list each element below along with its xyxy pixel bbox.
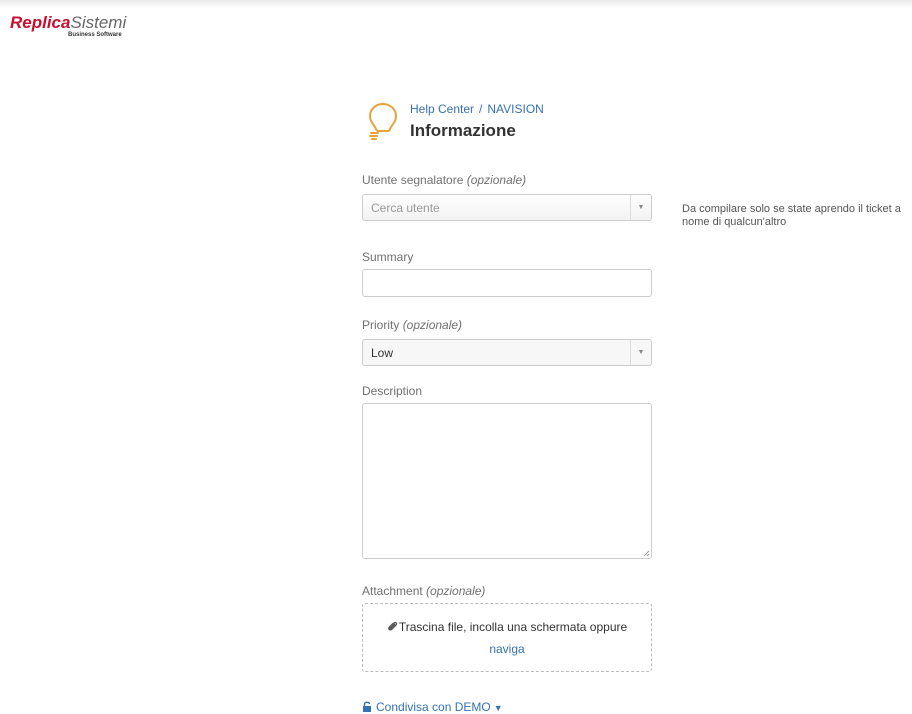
- lightbulb-icon: [368, 103, 398, 140]
- summary-input[interactable]: [362, 269, 652, 297]
- summary-label-text: Summary: [362, 250, 414, 264]
- lock-icon: [363, 701, 371, 712]
- logo-wordmark: ReplicaSistemi: [10, 14, 150, 32]
- chevron-down-icon[interactable]: ▼: [494, 703, 503, 713]
- priority-optional-tag: (opzionale): [402, 318, 463, 332]
- summary-label: Summary: [362, 250, 413, 264]
- priority-selected-value: Low: [371, 346, 394, 360]
- share-label: Condivisa con DEMO: [376, 700, 491, 714]
- portal-header: Help Center / NAVISION Informazione: [362, 100, 662, 148]
- paperclip-icon: [387, 621, 397, 631]
- dropzone-browse-row: naviga: [363, 642, 651, 656]
- logo-brand-bold: Replica: [10, 13, 71, 32]
- logo-brand-light: Sistemi: [70, 13, 127, 32]
- chevron-down-icon[interactable]: ▼: [630, 195, 651, 220]
- reporter-label: Utente segnalatore (opzionale): [362, 173, 526, 187]
- page-title: Informazione: [410, 121, 516, 140]
- window-top-edge: [0, 0, 912, 8]
- reporter-label-text: Utente segnalatore: [362, 173, 464, 187]
- reporter-optional-tag: (opzionale): [466, 173, 527, 187]
- description-label: Description: [362, 384, 422, 398]
- reporter-placeholder: Cerca utente: [371, 201, 440, 215]
- logo-tagline: Business Software: [68, 32, 122, 38]
- share-dropdown[interactable]: Condivisa con DEMO ▼: [362, 700, 503, 714]
- attachment-label-text: Attachment: [362, 584, 423, 598]
- breadcrumb-separator: /: [479, 102, 483, 116]
- resize-grip-icon[interactable]: [643, 550, 650, 557]
- priority-select[interactable]: Low ▼: [362, 339, 652, 366]
- reporter-help-text: Da compilare solo se state aprendo il ti…: [682, 203, 901, 228]
- attachment-dropzone[interactable]: Trascina file, incolla una schermata opp…: [362, 603, 652, 672]
- priority-label: Priority (opzionale): [362, 318, 462, 332]
- description-label-text: Description: [362, 384, 423, 398]
- browse-files-link[interactable]: naviga: [489, 642, 524, 656]
- dropzone-text: Trascina file, incolla una schermata opp…: [398, 620, 628, 634]
- description-textarea[interactable]: [362, 403, 652, 559]
- priority-label-text: Priority: [362, 318, 400, 332]
- reporter-select[interactable]: Cerca utente ▼: [362, 194, 652, 221]
- breadcrumb: Help Center / NAVISION: [410, 102, 544, 116]
- attachment-label: Attachment (opzionale): [362, 584, 485, 598]
- breadcrumb-navision[interactable]: NAVISION: [487, 102, 543, 116]
- dropzone-instructions: Trascina file, incolla una schermata opp…: [363, 620, 651, 634]
- breadcrumb-help-center[interactable]: Help Center: [410, 102, 474, 116]
- attachment-optional-tag: (opzionale): [426, 584, 486, 598]
- company-logo[interactable]: ReplicaSistemi Business Software: [10, 14, 150, 44]
- chevron-down-icon[interactable]: ▼: [630, 340, 651, 365]
